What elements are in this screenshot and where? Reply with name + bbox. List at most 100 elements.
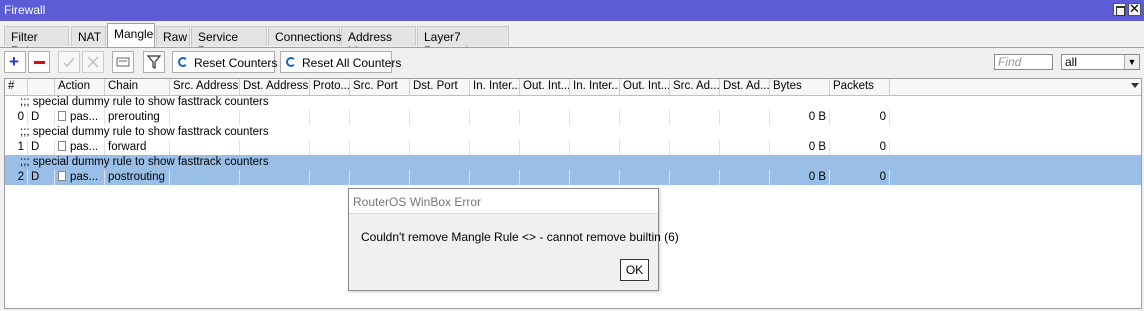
tab-layer7-protocols[interactable]: Layer7 Protocols (417, 26, 509, 58)
table-cell (240, 170, 310, 185)
rule-packets: 0 (830, 140, 890, 155)
column-header[interactable]: Proto... (310, 79, 350, 95)
add-button[interactable]: + (4, 51, 26, 73)
table-cell (620, 110, 670, 125)
error-dialog: RouterOS WinBox Error Couldn't remove Ma… (348, 188, 679, 291)
column-header[interactable]: Out. Int... (620, 79, 670, 95)
table-cell (520, 170, 570, 185)
plus-icon: + (9, 52, 19, 71)
table-cell (350, 110, 410, 125)
comment-row-selected[interactable]: ;;; special dummy rule to show fasttrack… (5, 155, 1141, 170)
minus-icon (34, 61, 45, 64)
remove-button[interactable] (28, 51, 50, 73)
filter-icon (146, 55, 162, 69)
filter-select-value: all (1065, 55, 1078, 69)
table-cell (310, 140, 350, 155)
table-cell (310, 170, 350, 185)
column-header[interactable]: Action (55, 79, 105, 95)
column-header[interactable]: Dst. Port (410, 79, 470, 95)
column-header[interactable]: In. Inter... (570, 79, 620, 95)
table-cell (670, 170, 720, 185)
table-header: # Action Chain Src. Address Dst. Address… (5, 79, 1141, 96)
table-cell (410, 170, 470, 185)
table-cell (310, 110, 350, 125)
tab-connections[interactable]: Connections (268, 26, 342, 46)
table-cell (470, 140, 520, 155)
chevron-down-icon[interactable]: ▼ (1124, 55, 1139, 69)
tab-raw[interactable]: Raw (156, 26, 190, 46)
column-header[interactable] (28, 79, 55, 95)
table-cell (240, 110, 310, 125)
column-header[interactable]: Src. Port (350, 79, 410, 95)
column-header[interactable]: Src. Ad... (670, 79, 720, 95)
column-header[interactable]: Out. Int... (520, 79, 570, 95)
table-cell (470, 170, 520, 185)
tab-address-lists[interactable]: Address Lists (341, 26, 416, 58)
rule-number: 2 (5, 170, 28, 185)
close-icon: ✕ (1129, 1, 1140, 16)
passthrough-icon (58, 171, 66, 181)
table-cell (720, 140, 770, 155)
table-cell (620, 170, 670, 185)
restore-window-button[interactable] (1113, 3, 1126, 16)
close-window-button[interactable]: ✕ (1128, 1, 1141, 16)
column-header[interactable]: Src. Address (170, 79, 240, 95)
rule-number: 0 (5, 110, 28, 125)
column-menu-icon[interactable] (1131, 83, 1139, 88)
rule-action-cell: pas... (55, 110, 105, 125)
filter-select[interactable]: all ▼ (1061, 54, 1140, 70)
column-header[interactable]: # (5, 79, 28, 95)
rule-chain: forward (105, 140, 170, 155)
table-cell (620, 140, 670, 155)
rule-flag: D (28, 110, 55, 125)
column-header[interactable]: Chain (105, 79, 170, 95)
table-row[interactable]: 0 D pas... prerouting 0 B 0 (5, 110, 1141, 125)
rule-chain: postrouting (105, 170, 170, 185)
rule-action-cell: pas... (55, 170, 105, 185)
column-header[interactable]: In. Inter... (470, 79, 520, 95)
filter-button[interactable] (143, 51, 165, 73)
rule-action: pas... (70, 111, 99, 123)
table-cell (240, 140, 310, 155)
reset-icon (178, 57, 188, 67)
tab-bar: Filter Rules NAT Mangle Raw Service Port… (0, 21, 1144, 58)
reset-icon (286, 57, 296, 67)
tab-nat[interactable]: NAT (71, 26, 106, 46)
table-row[interactable]: 1 D pas... forward 0 B 0 (5, 140, 1141, 155)
tab-filter-rules[interactable]: Filter Rules (4, 26, 69, 58)
restore-icon (1116, 6, 1125, 16)
find-input[interactable]: Find (994, 54, 1053, 70)
column-header[interactable]: Packets (830, 79, 890, 95)
table-cell (410, 140, 470, 155)
title-bar: Firewall ✕ (0, 0, 1144, 21)
rule-packets: 0 (830, 110, 890, 125)
disable-button[interactable] (82, 51, 104, 73)
reset-all-counters-button[interactable]: Reset All Counters (280, 51, 401, 73)
passthrough-icon (58, 111, 66, 121)
reset-counters-label: Reset Counters (194, 56, 278, 70)
table-cell (520, 140, 570, 155)
comment-button[interactable] (112, 51, 134, 73)
rule-chain: prerouting (105, 110, 170, 125)
rule-flag: D (28, 170, 55, 185)
column-header[interactable]: Dst. Ad... (720, 79, 770, 95)
enable-button[interactable] (58, 51, 80, 73)
table-cell (570, 170, 620, 185)
table-cell (570, 110, 620, 125)
column-header[interactable]: Dst. Address (240, 79, 310, 95)
dialog-title-bar: RouterOS WinBox Error (349, 189, 658, 214)
comment-icon (116, 57, 130, 67)
toolbar: + Reset Counters Reset All Counters (0, 48, 1144, 78)
comment-row[interactable]: ;;; special dummy rule to show fasttrack… (5, 95, 1141, 110)
column-header[interactable]: Bytes (770, 79, 830, 95)
table-cell (520, 110, 570, 125)
reset-counters-button[interactable]: Reset Counters (172, 51, 278, 73)
tab-service-ports[interactable]: Service Ports (191, 26, 267, 58)
ok-button[interactable]: OK (620, 259, 649, 281)
table-row-selected[interactable]: 2 D pas... postrouting 0 B 0 (5, 170, 1141, 185)
comment-row[interactable]: ;;; special dummy rule to show fasttrack… (5, 125, 1141, 140)
rule-packets: 0 (830, 170, 890, 185)
error-message: Couldn't remove Mangle Rule <> - cannot … (361, 230, 679, 244)
tab-mangle[interactable]: Mangle (107, 23, 155, 47)
check-icon (63, 57, 75, 68)
